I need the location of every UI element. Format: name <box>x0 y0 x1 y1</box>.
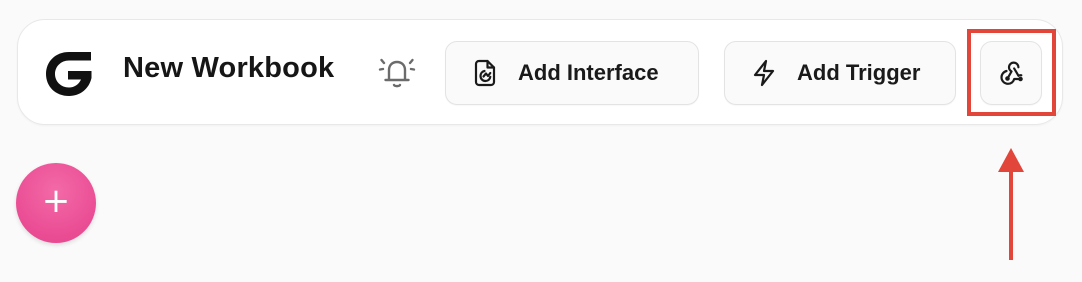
bell-icon[interactable] <box>378 55 416 91</box>
page-title: New Workbook <box>123 52 335 84</box>
workbook-header-bar: New Workbook Add Interface Add Trigger <box>17 19 1063 125</box>
webhook-highlight-box <box>967 29 1056 116</box>
lightning-icon <box>753 59 775 87</box>
g-logo-icon <box>46 52 92 96</box>
add-interface-button[interactable]: Add Interface <box>445 41 699 105</box>
app-canvas: New Workbook Add Interface Add Trigger + <box>0 0 1082 282</box>
plus-icon: + <box>41 181 71 221</box>
add-trigger-button[interactable]: Add Trigger <box>724 41 956 105</box>
add-interface-label: Add Interface <box>518 60 659 85</box>
add-fab-button[interactable]: + <box>16 163 96 243</box>
interface-file-icon <box>474 59 496 87</box>
annotation-arrow-icon <box>998 148 1024 260</box>
add-trigger-label: Add Trigger <box>797 60 921 85</box>
